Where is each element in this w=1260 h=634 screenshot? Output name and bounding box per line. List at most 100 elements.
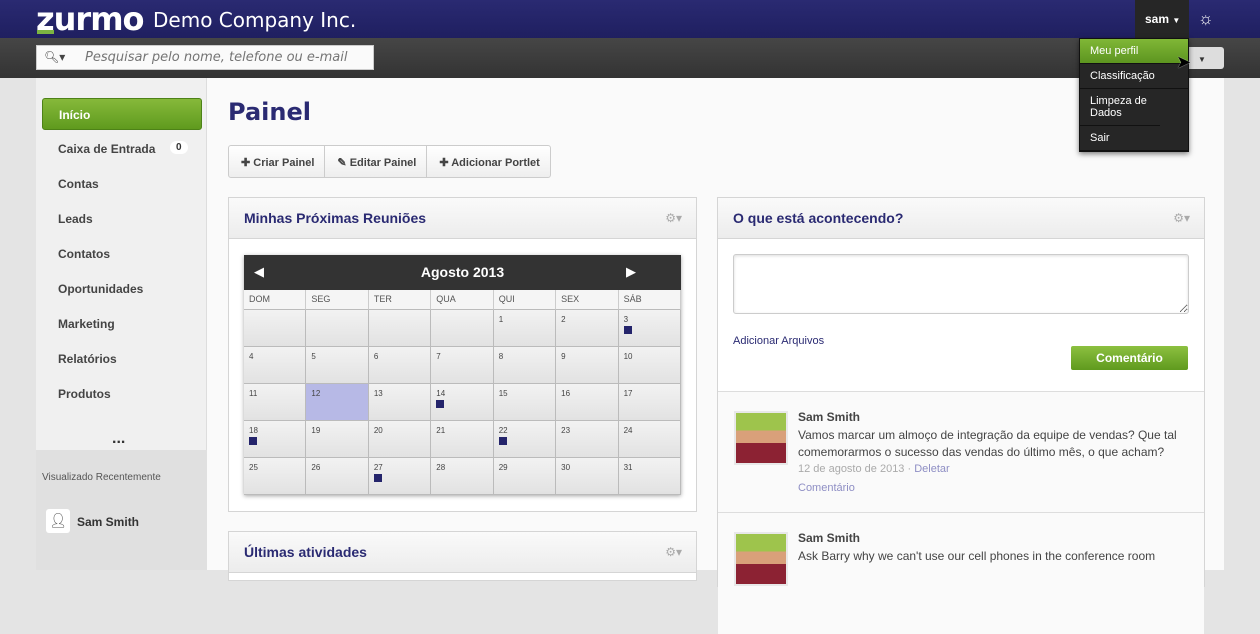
calendar-day[interactable]: 5 (306, 347, 369, 384)
calendar-day[interactable]: 18 (244, 421, 307, 458)
post-author[interactable]: Sam Smith (798, 531, 860, 545)
post-author[interactable]: Sam Smith (798, 410, 860, 424)
plus-icon: ✚ (241, 157, 254, 169)
menu-item-logout[interactable]: Sair (1080, 126, 1188, 151)
calendar-day[interactable] (244, 310, 307, 347)
calendar-day[interactable]: 4 (244, 347, 307, 384)
calendar-day[interactable]: 29 (493, 458, 557, 495)
sidebar-item[interactable]: Produtos (42, 378, 202, 410)
calendar-day[interactable]: 2 (556, 310, 619, 347)
event-marker[interactable] (498, 437, 507, 445)
calendar-day[interactable]: 8 (493, 347, 557, 384)
calendar-day[interactable]: 1 (493, 310, 557, 347)
attach-files-link[interactable]: Adicionar Arquivos (733, 335, 824, 347)
calendar-day[interactable]: 16 (556, 384, 619, 421)
company-name: Demo Company Inc. (153, 8, 357, 32)
calendar-day[interactable]: 23 (556, 421, 619, 458)
portlet-title: Minhas Próximas Reuniões (244, 210, 427, 226)
zurmo-logo[interactable]: zurmo (36, 0, 145, 38)
weekday-header: QUA (431, 290, 494, 310)
calendar-day[interactable]: 11 (244, 384, 307, 421)
event-marker[interactable] (623, 326, 632, 334)
calendar-day[interactable] (431, 310, 494, 347)
calendar-day[interactable] (306, 310, 369, 347)
meetings-portlet: Minhas Próximas Reuniões ⚙▾ ◀ Agosto 2013 ▶… (228, 197, 697, 512)
user-dropdown-menu: Meu perfil Classificação Limpeza de Dado… (1079, 38, 1189, 152)
sidebar-item[interactable]: Caixa de Entrada 0 (42, 133, 202, 165)
calendar-day[interactable]: 20 (368, 421, 432, 458)
calendar-day[interactable]: 25 (244, 458, 307, 495)
calendar-day[interactable]: 17 (618, 384, 681, 421)
comment-link[interactable]: Comentário (798, 482, 855, 494)
calendar-day[interactable]: 22 (493, 421, 557, 458)
create-dashboard-button[interactable]: ✚ Criar Painel (229, 146, 326, 177)
sidebar-item[interactable]: Oportunidades (42, 273, 202, 305)
sidebar-item-label: Relatórios (58, 352, 117, 366)
calendar-day[interactable]: 24 (618, 421, 681, 458)
label: Adicionar Portlet (451, 157, 540, 169)
feed-post: Sam Smith Ask Barry why we can't use our… (718, 512, 1204, 634)
calendar-day[interactable]: 26 (306, 458, 369, 495)
event-marker[interactable] (436, 400, 445, 408)
calendar-day[interactable]: 27 (368, 458, 432, 495)
comment-button[interactable]: Comentário (1071, 346, 1188, 370)
calendar-day[interactable]: 30 (556, 458, 619, 495)
sidebar-item[interactable]: Contas (42, 168, 202, 200)
calendar-day[interactable]: 19 (306, 421, 369, 458)
add-portlet-button[interactable]: ✚ Adicionar Portlet (427, 146, 550, 177)
calendar-day[interactable]: 15 (493, 384, 557, 421)
search-icon[interactable]: 🔍︎▾ (44, 50, 65, 64)
menu-item-profile[interactable]: Meu perfil (1080, 39, 1188, 64)
calendar-day[interactable]: 6 (368, 347, 432, 384)
calendar-day[interactable]: 3 (618, 310, 681, 347)
calendar-day[interactable]: 12 (306, 384, 369, 421)
calendar-day[interactable]: 14 (431, 384, 494, 421)
chevron-down-icon: ▼ (1172, 16, 1181, 25)
user-menu-button[interactable]: sam ▼ (1135, 0, 1189, 38)
calendar-day[interactable]: 28 (431, 458, 494, 495)
more-menu-button[interactable]: ... (112, 430, 125, 448)
weekday-header: DOM (244, 290, 307, 310)
pencil-icon: ✎ (337, 157, 350, 169)
calendar-day[interactable]: 13 (368, 384, 432, 421)
avatar[interactable] (734, 532, 788, 586)
edit-dashboard-button[interactable]: ✎ Editar Painel (325, 146, 428, 177)
sidebar-item[interactable]: Marketing (42, 308, 202, 340)
calendar-day[interactable]: 9 (556, 347, 619, 384)
dashboard-actions: ✚ Criar Painel ✎ Editar Painel ✚ Adicion… (228, 145, 551, 178)
menu-item-ranking[interactable]: Classificação (1080, 64, 1188, 89)
sidebar-item-label: Contas (58, 177, 99, 191)
calendar-day[interactable]: 10 (618, 347, 681, 384)
feed-post: Sam Smith Vamos marcar um almoço de inte… (718, 391, 1204, 513)
sidebar-item[interactable]: Início (42, 98, 202, 130)
calendar-day[interactable]: 7 (431, 347, 494, 384)
search-input[interactable] (85, 50, 365, 65)
event-marker[interactable] (373, 474, 382, 482)
recent-item[interactable]: Sam Smith (77, 515, 139, 529)
user-name: sam (1145, 12, 1170, 26)
weekday-header: TER (368, 290, 432, 310)
post-input[interactable] (733, 254, 1189, 314)
gear-icon[interactable]: ☼ (1198, 9, 1214, 29)
menu-item-data-cleanup[interactable]: Limpeza de Dados (1080, 89, 1160, 126)
sidebar-item[interactable]: Leads (42, 203, 202, 235)
sidebar-item-label: Caixa de Entrada (58, 142, 156, 156)
gear-icon[interactable]: ⚙▾ (665, 211, 682, 225)
sidebar-item[interactable]: Relatórios (42, 343, 202, 375)
delete-link[interactable]: Deletar (914, 463, 949, 475)
label: Criar Painel (253, 157, 315, 169)
calendar-day[interactable] (368, 310, 432, 347)
gear-icon[interactable]: ⚙▾ (665, 545, 682, 559)
post-date: 12 de agosto de 2013 (798, 463, 905, 475)
sidebar-item[interactable]: Contatos (42, 238, 202, 270)
weekday-header: SÁB (618, 290, 681, 310)
next-month-button[interactable]: ▶ (626, 264, 636, 280)
event-marker[interactable] (249, 437, 257, 445)
sidebar-item-label: Contatos (58, 247, 110, 261)
sidebar-item-label: Produtos (58, 387, 111, 401)
avatar[interactable] (734, 411, 788, 465)
calendar-day[interactable]: 21 (431, 421, 494, 458)
calendar-day[interactable]: 31 (618, 458, 681, 495)
gear-icon[interactable]: ⚙▾ (1173, 211, 1190, 225)
global-search[interactable]: 🔍︎▾ (36, 45, 374, 70)
